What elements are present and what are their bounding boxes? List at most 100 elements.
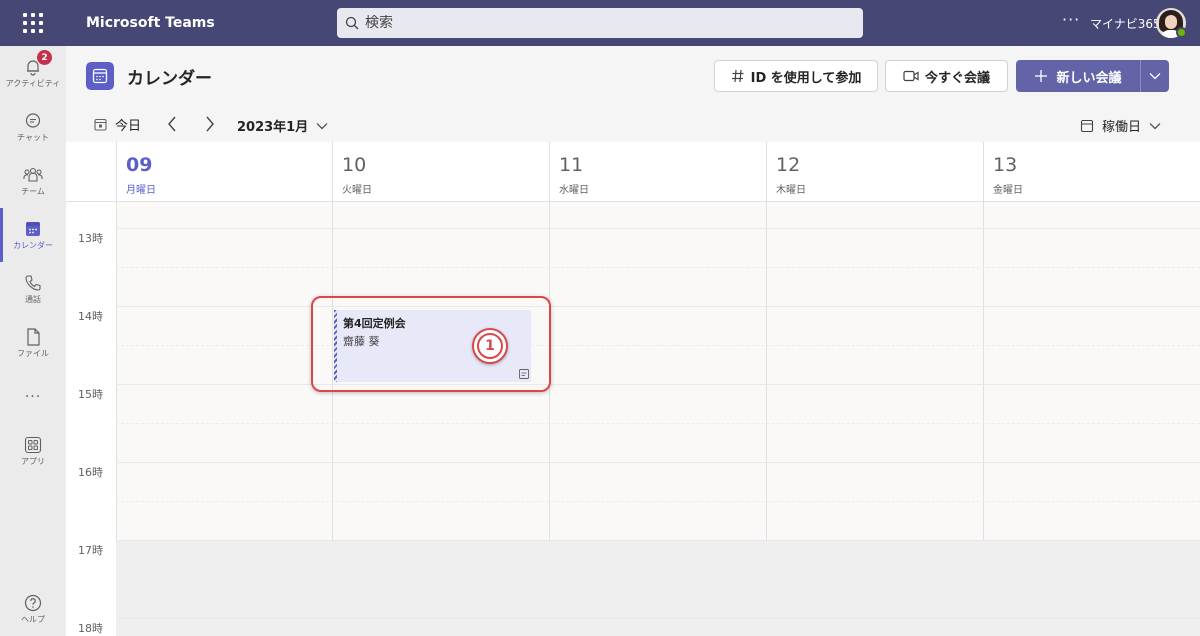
meet-now-button[interactable]: 今すぐ会議 (885, 60, 1008, 92)
chevron-down-icon (1149, 122, 1161, 129)
time-label: 16時 (78, 466, 103, 479)
video-camera-icon (903, 70, 919, 82)
rail-item-label: アプリ (21, 456, 45, 466)
day-number: 12 (776, 154, 801, 176)
presence-available-icon (1176, 27, 1187, 38)
calendar-view-icon (1080, 119, 1094, 132)
time-label: 14時 (78, 310, 103, 323)
hour-line (116, 384, 1200, 385)
chevron-down-icon (316, 122, 328, 129)
new-meeting-dropdown-button[interactable] (1140, 60, 1169, 92)
month-picker[interactable]: 2023年1月 (237, 116, 328, 135)
annotation-highlight-box (311, 296, 551, 392)
annotation-callout-badge: 1 (472, 328, 508, 364)
join-with-id-button[interactable]: ID を使用して参加 (714, 60, 878, 92)
day-name: 火曜日 (342, 185, 372, 196)
rail-item-apps[interactable]: アプリ (0, 424, 66, 478)
half-hour-line (116, 345, 1200, 346)
half-hour-line (116, 267, 1200, 268)
apps-icon (24, 436, 42, 453)
plus-icon (1035, 70, 1048, 82)
meet-now-label: 今すぐ会議 (924, 70, 990, 86)
time-label: 18時 (78, 622, 103, 635)
file-icon (27, 327, 40, 346)
day-header-thu[interactable]: 12 木曜日 (766, 142, 983, 202)
rail-item-label: チーム (21, 186, 45, 196)
calendar-today-icon (94, 118, 107, 131)
app-rail: 2 アクティビティ チャット チーム カレンダー 通話 ファイル ··· アプリ… (0, 46, 66, 636)
hour-line (116, 228, 1200, 229)
calendar-toolbar: 今日 2023年1月 稼働日 (66, 106, 1200, 142)
rail-item-teams[interactable]: チーム (0, 154, 66, 208)
search-icon (345, 16, 359, 30)
more-options-button[interactable]: ··· (1062, 10, 1080, 29)
previous-week-button[interactable] (164, 114, 180, 134)
day-header-wed[interactable]: 11 水曜日 (549, 142, 766, 202)
rail-item-files[interactable]: ファイル (0, 316, 66, 370)
day-number: 13 (993, 154, 1018, 176)
time-label: 13時 (78, 232, 103, 245)
today-label: 今日 (115, 119, 142, 134)
time-label: 15時 (78, 388, 103, 401)
phone-icon (25, 274, 41, 291)
callout-number: 1 (477, 333, 503, 359)
half-hour-line (116, 579, 1200, 580)
day-header-tue[interactable]: 10 火曜日 (332, 142, 549, 202)
join-with-id-label: ID を使用して参加 (750, 70, 862, 86)
rail-item-label: アクティビティ (5, 78, 61, 88)
time-label: 17時 (78, 544, 103, 557)
waffle-icon (23, 13, 43, 33)
day-name: 月曜日 (126, 185, 156, 196)
header-divider (66, 201, 1200, 202)
rail-item-label: 通話 (25, 294, 41, 304)
today-button[interactable]: 今日 (94, 115, 141, 134)
rail-item-calls[interactable]: 通話 (0, 262, 66, 316)
new-meeting-button[interactable]: 新しい会議 (1016, 60, 1140, 92)
hour-line (116, 306, 1200, 307)
calendar-icon (26, 221, 40, 236)
app-title: Microsoft Teams (86, 15, 215, 31)
day-number: 09 (126, 154, 153, 176)
activity-badge: 2 (37, 50, 52, 65)
half-hour-line (116, 423, 1200, 424)
half-hour-line (116, 501, 1200, 502)
calendar-header: カレンダー ID を使用して参加 今すぐ会議 新しい会議 (66, 46, 1200, 106)
chevron-down-icon (1149, 73, 1161, 80)
hash-icon (731, 69, 744, 83)
app-launcher-button[interactable] (0, 0, 66, 46)
search-input[interactable] (365, 15, 845, 31)
rail-item-calendar[interactable]: カレンダー (0, 208, 66, 262)
new-meeting-label: 新しい会議 (1056, 70, 1122, 86)
day-header-fri[interactable]: 13 金曜日 (983, 142, 1200, 202)
day-header-mon[interactable]: 09 月曜日 (116, 142, 332, 202)
rail-item-help[interactable]: ヘルプ (0, 582, 66, 636)
hour-line (116, 462, 1200, 463)
month-label: 2023年1月 (237, 120, 309, 135)
day-name: 水曜日 (559, 185, 589, 196)
rail-item-label: チャット (17, 132, 49, 142)
chat-icon (25, 112, 41, 128)
rail-item-activity[interactable]: 2 アクティビティ (0, 46, 66, 100)
rail-item-label: ヘルプ (21, 614, 45, 624)
day-name: 木曜日 (776, 185, 806, 196)
day-name: 金曜日 (993, 185, 1023, 196)
search-box[interactable] (337, 8, 863, 38)
rail-item-chat[interactable]: チャット (0, 100, 66, 154)
hour-line (116, 618, 1200, 619)
hour-line (116, 540, 1200, 541)
help-icon (24, 594, 42, 611)
more-icon: ··· (24, 389, 42, 405)
calendar-grid: 13時 14時 15時 16時 17時 18時 09 月曜日 10 火曜日 11… (66, 142, 1200, 636)
after-hours-shading (116, 540, 1200, 636)
view-label: 稼働日 (1102, 120, 1142, 135)
user-name: マイナビ365 (1090, 17, 1161, 31)
rail-item-label: ファイル (17, 348, 49, 358)
page-title: カレンダー (127, 69, 212, 89)
day-number: 11 (559, 154, 584, 176)
teams-icon (23, 167, 43, 182)
title-bar: Microsoft Teams ··· マイナビ365 (0, 0, 1200, 46)
next-week-button[interactable] (202, 114, 218, 134)
rail-item-label: カレンダー (13, 240, 53, 250)
rail-item-more[interactable]: ··· (0, 370, 66, 424)
view-switcher[interactable]: 稼働日 (1080, 116, 1161, 135)
